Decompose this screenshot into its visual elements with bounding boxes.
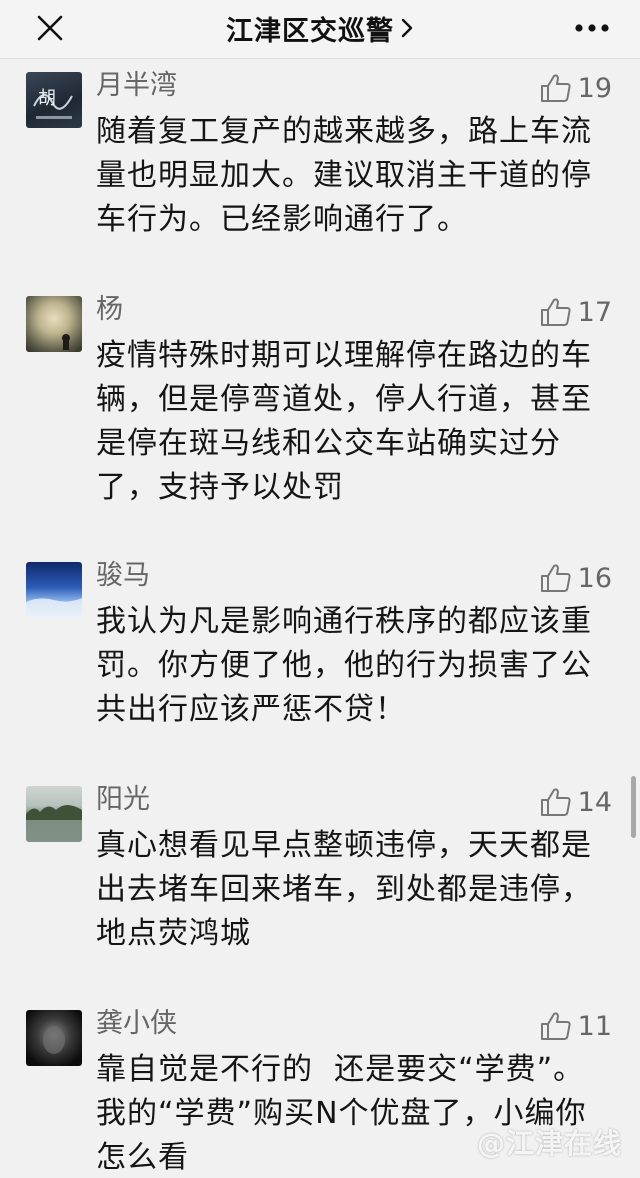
avatar[interactable] — [26, 786, 82, 842]
comment-username[interactable]: 骏马 — [96, 560, 150, 592]
like-button[interactable]: 14 — [540, 784, 612, 820]
more-button[interactable] — [570, 8, 614, 48]
avatar[interactable]: 胡 — [26, 72, 82, 128]
avatar-image — [26, 805, 82, 842]
more-icon — [575, 24, 609, 32]
thumbs-up-icon — [540, 564, 571, 592]
avatar-image: 胡 — [33, 88, 73, 119]
avatar[interactable] — [26, 562, 82, 618]
thumbs-up-icon — [540, 298, 571, 326]
account-title-link[interactable]: 江津区交巡警 — [0, 6, 640, 50]
like-count: 16 — [577, 562, 612, 594]
avatar[interactable] — [26, 1010, 82, 1066]
comments-page: 江津区交巡警 胡 月半湾 19 随着复工复产的越来越多，路上车流量也明显加大。建… — [0, 0, 640, 1178]
watermark: @江津在线 — [476, 1127, 622, 1160]
page-title: 江津区交巡警 — [226, 15, 394, 47]
like-count: 17 — [577, 296, 612, 328]
like-button[interactable]: 19 — [540, 70, 612, 106]
avatar-image — [43, 1026, 65, 1054]
avatar[interactable] — [26, 296, 82, 352]
like-count: 11 — [577, 1010, 612, 1042]
thumbs-up-icon — [540, 1012, 571, 1040]
thumbs-up-icon — [540, 74, 571, 102]
chevron-right-icon — [401, 18, 413, 38]
comment-text: 我认为凡是影响通行秩序的都应该重罚。你方便了他，他的行为损害了公共出行应该严惩不… — [96, 604, 592, 727]
like-button[interactable]: 17 — [540, 294, 612, 330]
comment-username[interactable]: 龚小侠 — [96, 1008, 177, 1040]
like-count: 19 — [577, 72, 612, 104]
like-count: 14 — [577, 786, 612, 818]
avatar-calligraphy: 胡 — [38, 88, 56, 109]
comment-username[interactable]: 杨 — [96, 294, 123, 326]
comment-username[interactable]: 月半湾 — [96, 70, 177, 102]
comment-text: 随着复工复产的越来越多，路上车流量也明显加大。建议取消主干道的停车行为。已经影响… — [96, 114, 592, 237]
avatar-image — [62, 334, 70, 350]
comment-username[interactable]: 阳光 — [96, 784, 150, 816]
avatar-image — [26, 598, 82, 618]
thumbs-up-icon — [540, 788, 571, 816]
scrollbar[interactable] — [631, 776, 636, 838]
like-button[interactable]: 16 — [540, 560, 612, 596]
top-bar: 江津区交巡警 — [0, 0, 640, 59]
comment-text: 疫情特殊时期可以理解停在路边的车辆，但是停弯道处，停人行道，甚至是停在斑马线和公… — [96, 338, 592, 505]
comment-text: 真心想看见早点整顿违停，天天都是出去堵车回来堵车，到处都是违停，地点荧鸿城 — [96, 828, 592, 951]
like-button[interactable]: 11 — [540, 1008, 612, 1044]
